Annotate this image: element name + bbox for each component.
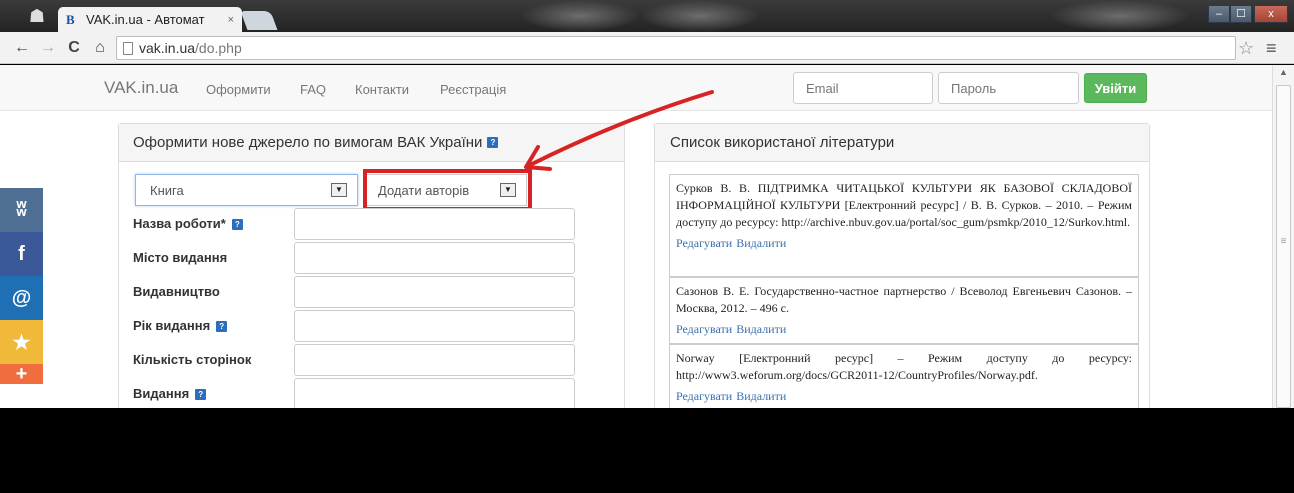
form-panel-header: Оформити нове джерело по вимогам ВАК Укр… xyxy=(119,124,624,162)
browser-logo-icon: ☗ xyxy=(28,6,46,26)
form-field-label: Рік видання? xyxy=(133,318,228,333)
facebook-icon-glyph: f xyxy=(18,242,25,265)
reference-actions: Редагувати Видалити xyxy=(676,235,1132,252)
help-icon[interactable]: ? xyxy=(216,321,228,333)
page-icon xyxy=(123,41,133,55)
form-field-label-text: Кількість сторінок xyxy=(133,352,252,367)
reference-item: Сурков В. В. ПІДТРИМКА ЧИТАЦЬКОЇ КУЛЬТУР… xyxy=(669,174,1139,277)
annotation-highlight-box xyxy=(363,169,532,211)
screen: ☗ B VAK.in.ua - Автомат × – ☐ x ← → C ⌂ … xyxy=(0,0,1294,493)
form-field-label-text: Назва роботи* xyxy=(133,216,226,231)
url-path: /do.php xyxy=(195,40,242,56)
reference-text: Norway [Електронний ресурс] – Режим дост… xyxy=(676,351,1132,382)
tab-title: VAK.in.ua - Автомат xyxy=(86,12,205,27)
mail-icon[interactable]: @ xyxy=(0,276,43,320)
facebook-icon[interactable]: f xyxy=(0,232,43,276)
scrollbar-grip-icon: ≡ xyxy=(1280,236,1287,247)
browser-titlebar: ☗ B VAK.in.ua - Автомат × – ☐ x xyxy=(0,0,1294,32)
form-field-input[interactable] xyxy=(294,242,575,274)
edit-link[interactable]: Редагувати xyxy=(676,389,732,403)
vk-icon[interactable]: ʬ xyxy=(0,188,43,232)
scroll-up-arrow-icon[interactable]: ▲ xyxy=(1273,67,1294,77)
form-field-label-text: Видавництво xyxy=(133,284,220,299)
site-navbar: VAK.in.ua Оформити FAQ Контакти Реєстрац… xyxy=(0,65,1272,111)
source-form-panel: Оформити нове джерело по вимогам ВАК Укр… xyxy=(118,123,625,408)
help-icon[interactable]: ? xyxy=(487,137,499,148)
nav-link-format[interactable]: Оформити xyxy=(206,82,271,97)
titlebar-decoration xyxy=(520,0,640,32)
form-field-label-text: Місто видання xyxy=(133,250,228,265)
form-field-label: Кількість сторінок xyxy=(133,352,251,367)
form-field-input[interactable] xyxy=(294,310,575,342)
black-occlusion xyxy=(0,408,1294,493)
source-type-select[interactable]: Книга ▼ xyxy=(135,174,358,206)
references-panel-header: Список використаної літератури xyxy=(655,124,1149,162)
scrollbar-thumb[interactable]: ≡ xyxy=(1276,85,1291,408)
form-field-input[interactable] xyxy=(294,208,575,240)
reference-actions: Редагувати Видалити xyxy=(676,321,1132,338)
reference-text: Сазонов В. Е. Государственно-частное пар… xyxy=(676,284,1132,315)
star-icon-glyph: ★ xyxy=(12,331,31,354)
source-type-value: Книга xyxy=(150,182,184,198)
form-panel-title: Оформити нове джерело по вимогам ВАК Укр… xyxy=(133,134,483,151)
new-tab-button[interactable] xyxy=(240,11,278,30)
url-text: vak.in.ua/do.php xyxy=(139,40,242,56)
form-field-label: Видання? xyxy=(133,386,207,401)
plus-icon-glyph: + xyxy=(15,362,28,385)
window-minimize-button[interactable]: – xyxy=(1208,5,1230,23)
forward-arrow-icon[interactable]: → xyxy=(38,38,58,58)
form-field-input[interactable] xyxy=(294,344,575,376)
help-icon[interactable]: ? xyxy=(195,389,207,401)
form-field-label: Назва роботи*? xyxy=(133,216,243,231)
window-close-button[interactable]: x xyxy=(1254,5,1288,23)
delete-link[interactable]: Видалити xyxy=(736,236,786,250)
form-field-label-text: Видання xyxy=(133,386,190,401)
back-arrow-icon[interactable]: ← xyxy=(12,38,32,58)
page-viewport: VAK.in.ua Оформити FAQ Контакти Реєстрац… xyxy=(0,65,1294,408)
edit-link[interactable]: Редагувати xyxy=(676,236,732,250)
url-bar[interactable]: vak.in.ua/do.php xyxy=(116,36,1236,60)
site-favicon-icon: B xyxy=(66,11,75,27)
references-panel: Список використаної літератури Сурков В.… xyxy=(654,123,1150,408)
dropdown-arrow-icon[interactable]: ▼ xyxy=(331,183,347,197)
password-input[interactable] xyxy=(938,72,1079,104)
plus-icon[interactable]: + xyxy=(0,362,43,385)
login-button[interactable]: Увійти xyxy=(1084,73,1147,103)
form-field-label: Місто видання xyxy=(133,250,227,265)
email-input[interactable] xyxy=(793,72,933,104)
reference-item: Norway [Електронний ресурс] – Режим дост… xyxy=(669,344,1139,408)
delete-link[interactable]: Видалити xyxy=(736,389,786,403)
edit-link[interactable]: Редагувати xyxy=(676,322,732,336)
references-panel-title: Список використаної літератури xyxy=(670,134,895,151)
site-brand[interactable]: VAK.in.ua xyxy=(104,78,178,98)
reload-icon[interactable]: C xyxy=(64,38,84,58)
reference-text: Сурков В. В. ПІДТРИМКА ЧИТАЦЬКОЇ КУЛЬТУР… xyxy=(676,181,1132,229)
nav-link-contacts[interactable]: Контакти xyxy=(355,82,409,97)
address-toolbar: ← → C ⌂ vak.in.ua/do.php ☆ ≡ xyxy=(0,32,1294,64)
window-maximize-button[interactable]: ☐ xyxy=(1230,5,1252,23)
help-icon[interactable]: ? xyxy=(231,219,243,231)
star-icon[interactable]: ★ xyxy=(0,320,43,364)
form-field-label: Видавництво xyxy=(133,284,220,299)
form-field-input[interactable] xyxy=(294,276,575,308)
nav-link-register[interactable]: Реєстрація xyxy=(440,82,506,97)
form-field-label-text: Рік видання xyxy=(133,318,211,333)
tab-close-icon[interactable]: × xyxy=(228,14,234,26)
delete-link[interactable]: Видалити xyxy=(736,322,786,336)
tab-vak[interactable]: B VAK.in.ua - Автомат × xyxy=(58,7,242,32)
bookmark-star-icon[interactable]: ☆ xyxy=(1238,38,1254,58)
vk-icon-glyph: ʬ xyxy=(16,198,27,221)
url-host: vak.in.ua xyxy=(139,40,196,56)
page-scrollbar[interactable]: ▲ ≡ xyxy=(1272,65,1294,408)
browser-menu-icon[interactable]: ≡ xyxy=(1266,38,1277,58)
reference-item: Сазонов В. Е. Государственно-частное пар… xyxy=(669,277,1139,344)
form-field-input[interactable] xyxy=(294,378,575,408)
reference-actions: Редагувати Видалити xyxy=(676,388,1132,405)
home-icon[interactable]: ⌂ xyxy=(90,38,110,58)
mail-icon-glyph: @ xyxy=(11,286,32,309)
titlebar-decoration xyxy=(640,0,760,32)
titlebar-decoration xyxy=(1050,0,1190,32)
nav-link-faq[interactable]: FAQ xyxy=(300,82,326,97)
